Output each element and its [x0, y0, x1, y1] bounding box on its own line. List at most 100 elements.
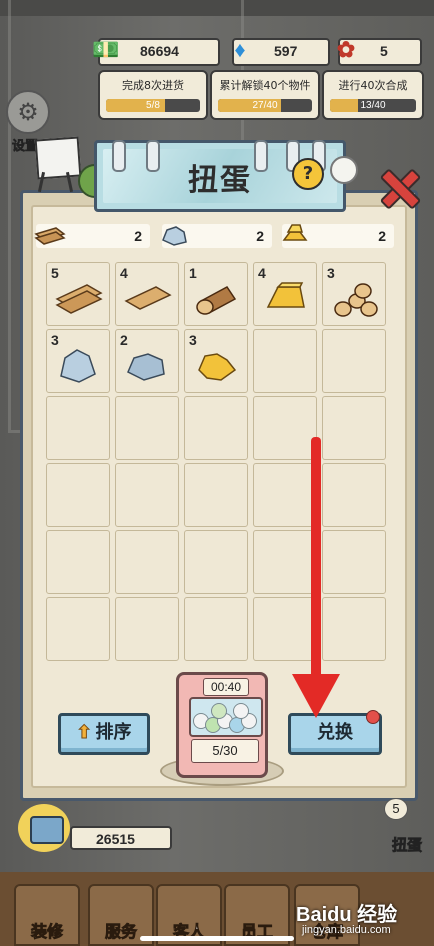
up-arrow-icon: ⬆	[76, 722, 92, 744]
goal-label: 进行40次合成	[338, 79, 408, 92]
inventory-slot[interactable]	[46, 396, 110, 460]
log-icon	[196, 286, 237, 315]
sort-button[interactable]: ⬆ 排序	[58, 713, 150, 755]
inventory-slot[interactable]	[184, 463, 248, 527]
summary-gold: 2	[282, 224, 394, 248]
tab-label: 装修	[30, 922, 64, 942]
inventory-slot[interactable]	[115, 597, 179, 661]
inventory-slot[interactable]: 4	[253, 262, 317, 326]
inventory-slot[interactable]	[322, 329, 386, 393]
goal-label: 累计解锁40个物件	[219, 79, 311, 92]
close-button[interactable]	[378, 166, 418, 206]
summary-count: 2	[256, 228, 264, 244]
inventory-slot[interactable]	[322, 463, 386, 527]
cash-value: 86694	[140, 43, 179, 59]
gacha-badge: 5	[384, 798, 408, 820]
rose-value: 5	[380, 43, 388, 59]
flower-pot-icon	[330, 156, 358, 184]
gacha-machine[interactable]: 00:40 5/30	[160, 670, 284, 786]
cash-icon: 💵	[92, 37, 120, 62]
logs-icon	[334, 283, 378, 317]
goal-label: 完成8次进货	[122, 79, 184, 92]
goal-progress-bar: 13/40	[330, 99, 416, 112]
inventory-slot[interactable]	[253, 396, 317, 460]
stone-icon	[60, 349, 96, 383]
goal-progress-text: 27/40	[252, 100, 278, 111]
gacha-shortcut[interactable]: 5 扭蛋	[384, 798, 430, 854]
ring-icon	[112, 140, 126, 172]
watermark-url: jingyan.baidu.com	[302, 924, 391, 936]
inventory-slot[interactable]	[46, 597, 110, 661]
inventory-slot[interactable]	[184, 597, 248, 661]
sort-label: 排序	[95, 722, 132, 743]
summary-count: 2	[134, 228, 142, 244]
gem-value: 597	[274, 43, 298, 59]
annotation-arrow-icon	[292, 674, 340, 718]
stone-icon	[162, 226, 187, 246]
home-indicator[interactable]	[140, 936, 294, 941]
goal-progress-text: 5/8	[146, 100, 160, 111]
exchange-label: 兑换	[317, 722, 353, 743]
inventory-slot[interactable]: 5	[46, 262, 110, 326]
inventory-slot[interactable]: 3	[322, 262, 386, 326]
bottom-cash-value: 26515	[96, 831, 135, 847]
goal-progress-bar: 5/8	[106, 99, 200, 112]
inventory-slot[interactable]	[253, 597, 317, 661]
inventory-slot[interactable]	[322, 597, 386, 661]
inventory-slot[interactable]: 2	[115, 329, 179, 393]
machine-count: 5/30	[191, 739, 259, 763]
inventory-slot[interactable]	[46, 530, 110, 594]
rose-counter: ✿ 5	[337, 37, 422, 66]
gacha-shortcut-label: 扭蛋	[392, 836, 423, 855]
goal-card[interactable]: 完成8次进货 5/8	[98, 70, 208, 120]
bottom-cash-counter: 26515	[70, 826, 172, 850]
summary-plank: 2	[34, 224, 150, 248]
help-button[interactable]: ?	[292, 158, 324, 190]
inventory-grid: 5 4 1 4 3 3 2 3	[46, 262, 390, 664]
summary-count: 2	[378, 228, 386, 244]
inventory-slot[interactable]: 4	[115, 262, 179, 326]
gold-ore-icon	[198, 353, 237, 381]
inventory-slot[interactable]	[253, 463, 317, 527]
goal-progress-text: 13/40	[360, 100, 386, 111]
annotation-arrow-shaft	[311, 437, 321, 687]
inventory-slot[interactable]: 3	[46, 329, 110, 393]
inventory-slot[interactable]	[322, 530, 386, 594]
machine-glass	[189, 697, 263, 737]
plank-icon	[34, 227, 66, 245]
inventory-slot[interactable]: 3	[184, 329, 248, 393]
inventory-slot[interactable]: 1	[184, 262, 248, 326]
rose-icon: ✿	[336, 37, 356, 62]
plank-icon	[124, 286, 172, 310]
caution-sign-icon	[32, 136, 82, 193]
settings-gear-icon[interactable]: ⚙	[6, 90, 50, 134]
inventory-slot[interactable]	[322, 396, 386, 460]
summary-stone: 2	[162, 224, 272, 248]
inventory-slot[interactable]	[115, 530, 179, 594]
tab-decorate[interactable]: 装修	[14, 884, 80, 946]
inventory-slot[interactable]	[253, 329, 317, 393]
inventory-slot[interactable]	[184, 396, 248, 460]
inventory-slot[interactable]	[115, 463, 179, 527]
play-video-icon	[30, 816, 64, 844]
gold-bar-icon	[266, 282, 305, 308]
notification-dot	[366, 710, 380, 724]
inventory-slot[interactable]	[253, 530, 317, 594]
inventory-slot[interactable]	[46, 463, 110, 527]
gold-icon	[282, 224, 308, 241]
goal-card[interactable]: 累计解锁40个物件 27/40	[210, 70, 320, 120]
inventory-slot[interactable]	[184, 530, 248, 594]
machine-timer: 00:40	[203, 678, 249, 696]
gem-icon: ♦	[234, 37, 246, 62]
ring-icon	[254, 140, 268, 172]
ring-icon	[146, 140, 160, 172]
machine-body: 00:40 5/30	[176, 672, 268, 778]
goal-progress-bar: 27/40	[218, 99, 312, 112]
plank-icon	[55, 284, 103, 314]
stone-icon	[127, 353, 165, 381]
inventory-slot[interactable]	[115, 396, 179, 460]
gem-counter: ♦ 597	[232, 37, 330, 66]
cash-counter: 💵 86694	[92, 37, 220, 66]
goal-card[interactable]: 进行40次合成 13/40	[322, 70, 424, 120]
watermark-brand: Baidu 经验	[296, 904, 398, 926]
